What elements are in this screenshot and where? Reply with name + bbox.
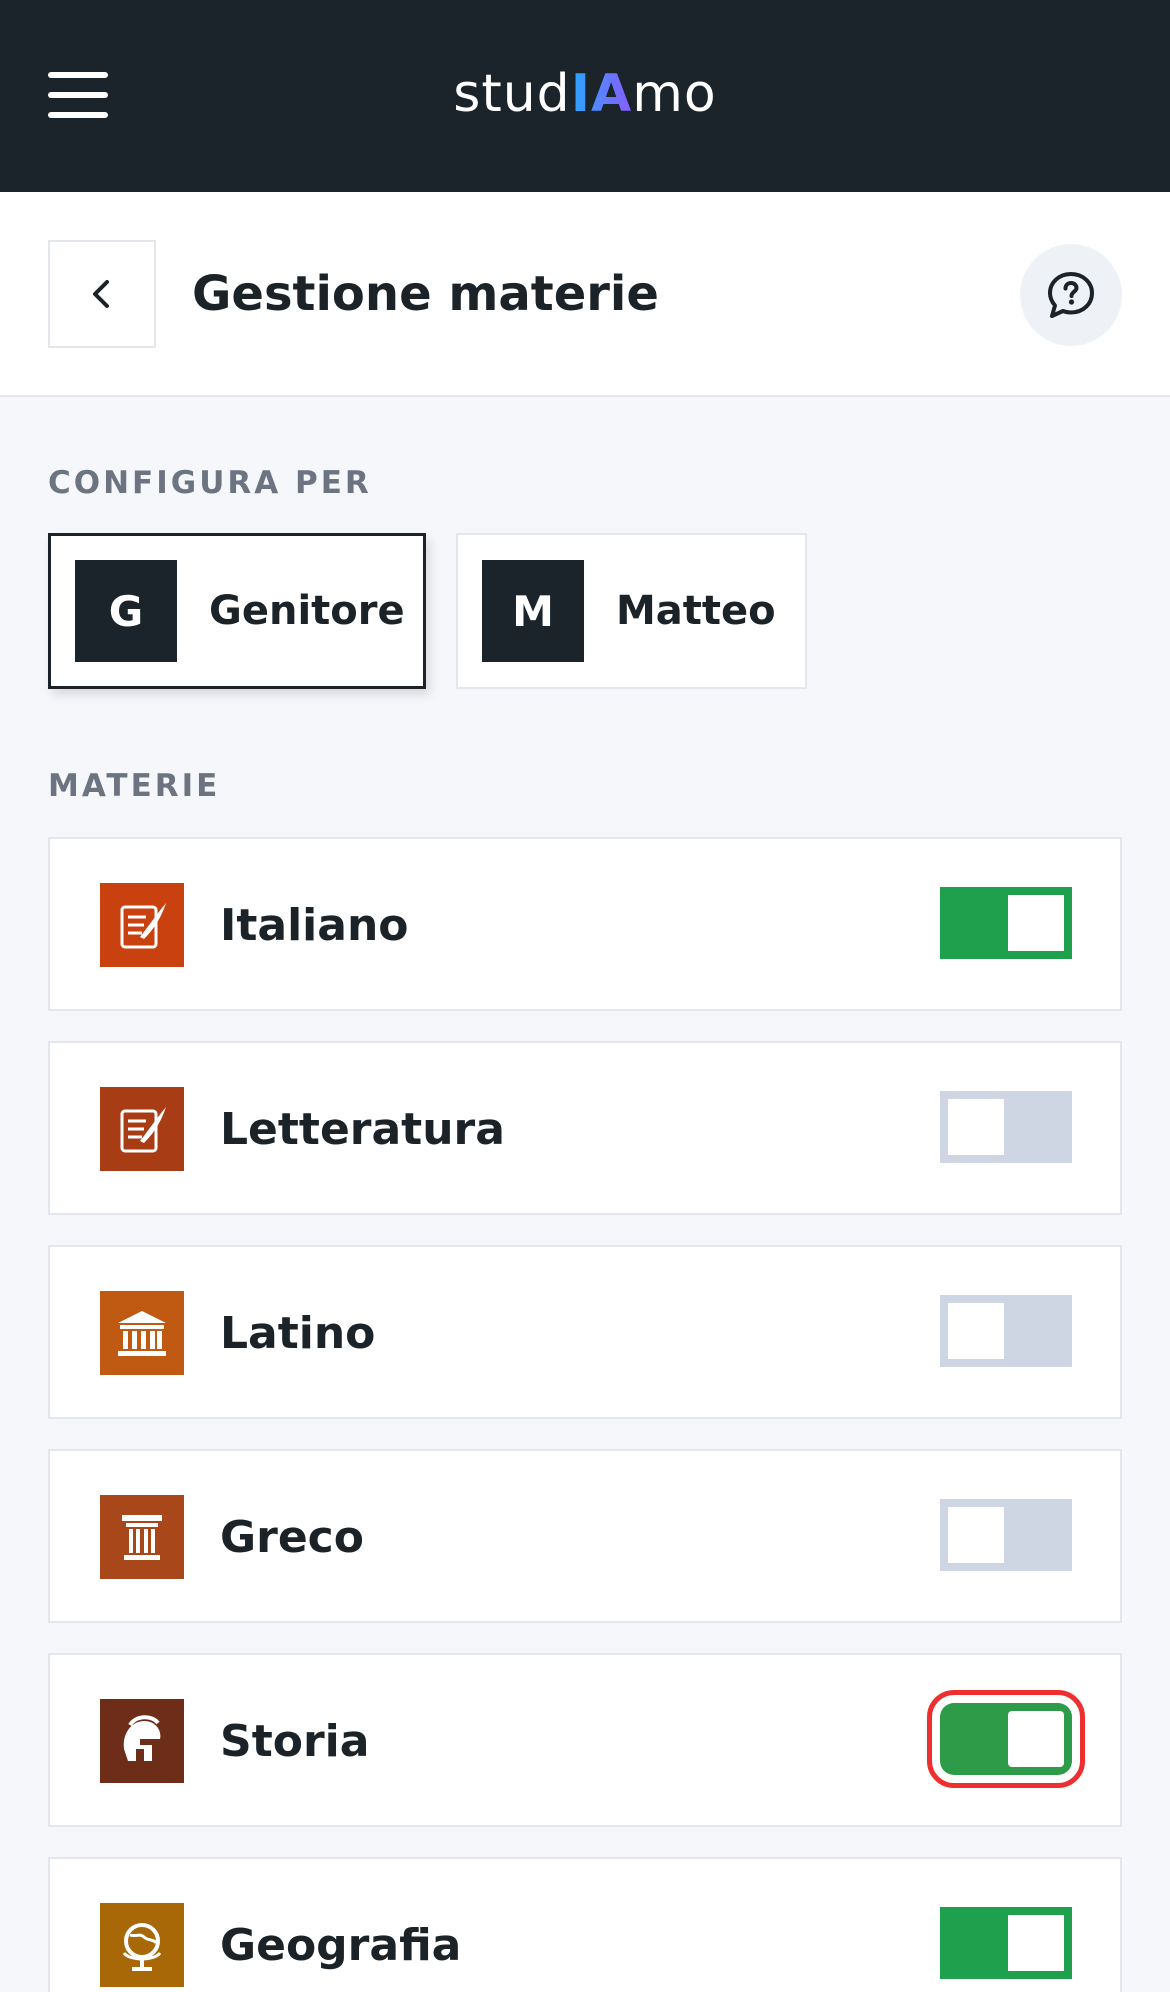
subject-toggle-storia[interactable] <box>927 1690 1085 1788</box>
help-button[interactable] <box>1020 244 1122 346</box>
subject-name: Geografia <box>220 1920 462 1971</box>
subject-toggle-latino[interactable] <box>940 1295 1072 1367</box>
subject-name: Latino <box>220 1308 376 1359</box>
subject-row-greco: Greco <box>48 1449 1122 1623</box>
subjects-section-label: MATERIE <box>48 768 221 804</box>
avatar: M <box>482 560 584 662</box>
page-header: Gestione materie <box>0 192 1170 397</box>
subject-name: Letteratura <box>220 1104 505 1155</box>
subject-toggle-letteratura[interactable] <box>940 1091 1072 1163</box>
subject-name: Italiano <box>220 900 409 951</box>
helmet-icon <box>100 1699 184 1783</box>
profile-card-matteo[interactable]: M Matteo <box>456 533 807 689</box>
subject-row-italiano: Italiano <box>48 837 1122 1011</box>
help-chat-icon <box>1048 272 1094 318</box>
quill-scroll-icon <box>100 1087 184 1171</box>
subject-row-latino: Latino <box>48 1245 1122 1419</box>
subject-name: Storia <box>220 1716 370 1767</box>
subject-name: Greco <box>220 1512 364 1563</box>
back-button[interactable] <box>48 240 156 348</box>
chevron-left-icon <box>93 280 109 308</box>
globe-icon <box>100 1903 184 1987</box>
profile-name: Genitore <box>209 588 405 634</box>
subject-toggle-geografia[interactable] <box>940 1907 1072 1979</box>
profile-card-genitore[interactable]: G Genitore <box>48 533 426 689</box>
subject-row-geografia: Geografia <box>48 1857 1122 1992</box>
top-bar: studIAmo <box>0 0 1170 192</box>
profile-name: Matteo <box>616 588 776 634</box>
subject-row-letteratura: Letteratura <box>48 1041 1122 1215</box>
configure-section-label: CONFIGURA PER <box>48 465 372 501</box>
temple-icon <box>100 1291 184 1375</box>
subject-toggle-greco[interactable] <box>940 1499 1072 1571</box>
column-icon <box>100 1495 184 1579</box>
subject-toggle-italiano[interactable] <box>940 887 1072 959</box>
avatar: G <box>75 560 177 662</box>
quill-scroll-icon <box>100 883 184 967</box>
subject-row-storia: Storia <box>48 1653 1122 1827</box>
page-title: Gestione materie <box>192 266 659 322</box>
app-logo: studIAmo <box>453 64 717 124</box>
